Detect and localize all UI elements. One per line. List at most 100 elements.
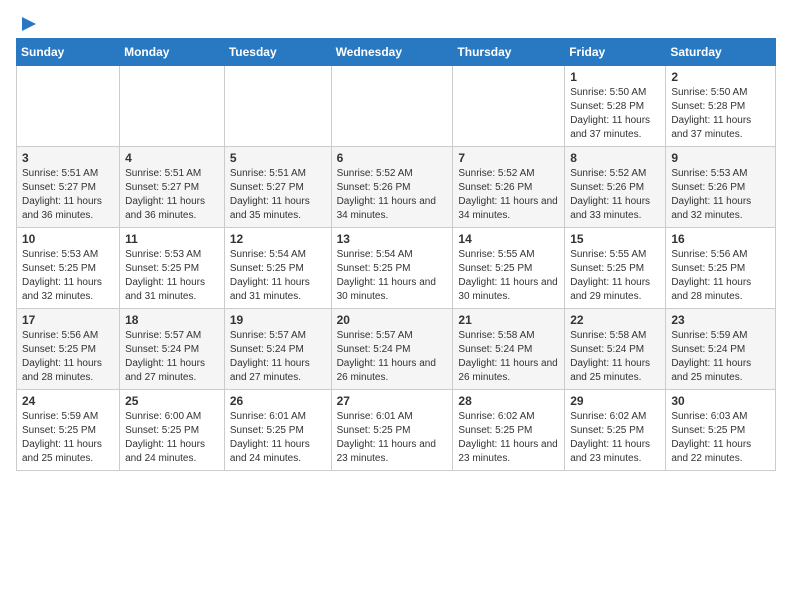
day-info: Sunrise: 5:58 AM Sunset: 5:24 PM Dayligh…	[458, 329, 559, 385]
day-number: 30	[671, 394, 770, 408]
day-number: 15	[570, 232, 660, 246]
page-header	[16, 16, 776, 30]
calendar-cell: 13 Sunrise: 5:54 AM Sunset: 5:25 PM Dayli…	[331, 228, 453, 309]
day-number: 25	[125, 394, 219, 408]
calendar-cell: 15 Sunrise: 5:55 AM Sunset: 5:25 PM Dayli…	[565, 228, 666, 309]
calendar-cell: 3 Sunrise: 5:51 AM Sunset: 5:27 PM Daylig…	[17, 147, 120, 228]
day-number: 23	[671, 313, 770, 327]
day-number: 29	[570, 394, 660, 408]
day-info: Sunrise: 5:53 AM Sunset: 5:25 PM Dayligh…	[125, 248, 219, 304]
day-info: Sunrise: 5:51 AM Sunset: 5:27 PM Dayligh…	[22, 167, 114, 223]
day-header-monday: Monday	[120, 39, 225, 66]
calendar-cell: 23 Sunrise: 5:59 AM Sunset: 5:24 PM Dayli…	[666, 309, 776, 390]
day-info: Sunrise: 6:02 AM Sunset: 5:25 PM Dayligh…	[458, 410, 559, 466]
day-number: 22	[570, 313, 660, 327]
calendar-cell: 20 Sunrise: 5:57 AM Sunset: 5:24 PM Dayli…	[331, 309, 453, 390]
calendar-cell	[224, 66, 331, 147]
calendar-cell: 14 Sunrise: 5:55 AM Sunset: 5:25 PM Dayli…	[453, 228, 565, 309]
calendar-cell	[331, 66, 453, 147]
day-info: Sunrise: 5:52 AM Sunset: 5:26 PM Dayligh…	[337, 167, 448, 223]
day-info: Sunrise: 6:00 AM Sunset: 5:25 PM Dayligh…	[125, 410, 219, 466]
day-number: 14	[458, 232, 559, 246]
calendar-cell: 6Sunrise: 5:52 AM Sunset: 5:26 PM Daylig…	[331, 147, 453, 228]
day-info: Sunrise: 5:56 AM Sunset: 5:25 PM Dayligh…	[671, 248, 770, 304]
calendar-cell: 18Sunrise: 5:57 AM Sunset: 5:24 PM Dayli…	[120, 309, 225, 390]
day-number: 13	[337, 232, 448, 246]
day-info: Sunrise: 5:54 AM Sunset: 5:25 PM Dayligh…	[230, 248, 326, 304]
calendar-cell: 24 Sunrise: 5:59 AM Sunset: 5:25 PM Dayli…	[17, 390, 120, 471]
day-info: Sunrise: 6:01 AM Sunset: 5:25 PM Dayligh…	[230, 410, 326, 466]
day-info: Sunrise: 6:03 AM Sunset: 5:25 PM Dayligh…	[671, 410, 770, 466]
calendar-cell: 21 Sunrise: 5:58 AM Sunset: 5:24 PM Dayli…	[453, 309, 565, 390]
day-info: Sunrise: 5:57 AM Sunset: 5:24 PM Dayligh…	[230, 329, 326, 385]
calendar-week-row: 3 Sunrise: 5:51 AM Sunset: 5:27 PM Daylig…	[17, 147, 776, 228]
calendar-week-row: 10Sunrise: 5:53 AM Sunset: 5:25 PM Dayli…	[17, 228, 776, 309]
calendar-cell: 19 Sunrise: 5:57 AM Sunset: 5:24 PM Dayli…	[224, 309, 331, 390]
day-header-thursday: Thursday	[453, 39, 565, 66]
day-number: 21	[458, 313, 559, 327]
day-number: 28	[458, 394, 559, 408]
day-number: 26	[230, 394, 326, 408]
day-number: 1	[570, 70, 660, 84]
day-info: Sunrise: 5:55 AM Sunset: 5:25 PM Dayligh…	[570, 248, 660, 304]
day-info: Sunrise: 5:58 AM Sunset: 5:24 PM Dayligh…	[570, 329, 660, 385]
calendar-cell: 12Sunrise: 5:54 AM Sunset: 5:25 PM Dayli…	[224, 228, 331, 309]
day-header-sunday: Sunday	[17, 39, 120, 66]
calendar-week-row: 1 Sunrise: 5:50 AM Sunset: 5:28 PM Daylig…	[17, 66, 776, 147]
day-info: Sunrise: 6:02 AM Sunset: 5:25 PM Dayligh…	[570, 410, 660, 466]
day-info: Sunrise: 5:50 AM Sunset: 5:28 PM Dayligh…	[671, 86, 770, 142]
day-number: 19	[230, 313, 326, 327]
day-number: 3	[22, 151, 114, 165]
day-number: 7	[458, 151, 559, 165]
calendar-cell: 17 Sunrise: 5:56 AM Sunset: 5:25 PM Dayli…	[17, 309, 120, 390]
day-header-wednesday: Wednesday	[331, 39, 453, 66]
calendar-cell: 5 Sunrise: 5:51 AM Sunset: 5:27 PM Daylig…	[224, 147, 331, 228]
day-info: Sunrise: 5:50 AM Sunset: 5:28 PM Dayligh…	[570, 86, 660, 142]
day-header-tuesday: Tuesday	[224, 39, 331, 66]
day-info: Sunrise: 5:52 AM Sunset: 5:26 PM Dayligh…	[570, 167, 660, 223]
logo	[16, 16, 38, 30]
day-info: Sunrise: 5:54 AM Sunset: 5:25 PM Dayligh…	[337, 248, 448, 304]
day-number: 24	[22, 394, 114, 408]
calendar-table: SundayMondayTuesdayWednesdayThursdayFrid…	[16, 38, 776, 471]
calendar-cell: 30 Sunrise: 6:03 AM Sunset: 5:25 PM Dayli…	[666, 390, 776, 471]
day-number: 11	[125, 232, 219, 246]
calendar-cell: 22 Sunrise: 5:58 AM Sunset: 5:24 PM Dayli…	[565, 309, 666, 390]
calendar-cell: 25 Sunrise: 6:00 AM Sunset: 5:25 PM Dayli…	[120, 390, 225, 471]
day-header-saturday: Saturday	[666, 39, 776, 66]
day-info: Sunrise: 5:59 AM Sunset: 5:24 PM Dayligh…	[671, 329, 770, 385]
calendar-cell: 27Sunrise: 6:01 AM Sunset: 5:25 PM Dayli…	[331, 390, 453, 471]
day-info: Sunrise: 5:55 AM Sunset: 5:25 PM Dayligh…	[458, 248, 559, 304]
calendar-cell	[17, 66, 120, 147]
calendar-week-row: 24 Sunrise: 5:59 AM Sunset: 5:25 PM Dayli…	[17, 390, 776, 471]
calendar-cell: 8 Sunrise: 5:52 AM Sunset: 5:26 PM Daylig…	[565, 147, 666, 228]
calendar-cell: 9Sunrise: 5:53 AM Sunset: 5:26 PM Daylig…	[666, 147, 776, 228]
day-number: 16	[671, 232, 770, 246]
day-info: Sunrise: 5:56 AM Sunset: 5:25 PM Dayligh…	[22, 329, 114, 385]
calendar-header-row: SundayMondayTuesdayWednesdayThursdayFrid…	[17, 39, 776, 66]
calendar-cell: 2 Sunrise: 5:50 AM Sunset: 5:28 PM Daylig…	[666, 66, 776, 147]
day-header-friday: Friday	[565, 39, 666, 66]
calendar-cell: 29 Sunrise: 6:02 AM Sunset: 5:25 PM Dayli…	[565, 390, 666, 471]
day-number: 17	[22, 313, 114, 327]
calendar-week-row: 17 Sunrise: 5:56 AM Sunset: 5:25 PM Dayli…	[17, 309, 776, 390]
calendar-cell	[120, 66, 225, 147]
day-number: 20	[337, 313, 448, 327]
logo-arrow-icon	[18, 14, 38, 34]
day-info: Sunrise: 5:52 AM Sunset: 5:26 PM Dayligh…	[458, 167, 559, 223]
day-number: 8	[570, 151, 660, 165]
calendar-cell: 10Sunrise: 5:53 AM Sunset: 5:25 PM Dayli…	[17, 228, 120, 309]
day-info: Sunrise: 5:53 AM Sunset: 5:26 PM Dayligh…	[671, 167, 770, 223]
calendar-cell: 26 Sunrise: 6:01 AM Sunset: 5:25 PM Dayli…	[224, 390, 331, 471]
calendar-cell: 16 Sunrise: 5:56 AM Sunset: 5:25 PM Dayli…	[666, 228, 776, 309]
calendar-cell: 11 Sunrise: 5:53 AM Sunset: 5:25 PM Dayli…	[120, 228, 225, 309]
day-info: Sunrise: 5:51 AM Sunset: 5:27 PM Dayligh…	[230, 167, 326, 223]
day-info: Sunrise: 6:01 AM Sunset: 5:25 PM Dayligh…	[337, 410, 448, 466]
day-info: Sunrise: 5:51 AM Sunset: 5:27 PM Dayligh…	[125, 167, 219, 223]
day-number: 2	[671, 70, 770, 84]
calendar-cell: 4Sunrise: 5:51 AM Sunset: 5:27 PM Daylig…	[120, 147, 225, 228]
day-number: 5	[230, 151, 326, 165]
day-info: Sunrise: 5:57 AM Sunset: 5:24 PM Dayligh…	[337, 329, 448, 385]
day-info: Sunrise: 5:59 AM Sunset: 5:25 PM Dayligh…	[22, 410, 114, 466]
day-info: Sunrise: 5:53 AM Sunset: 5:25 PM Dayligh…	[22, 248, 114, 304]
